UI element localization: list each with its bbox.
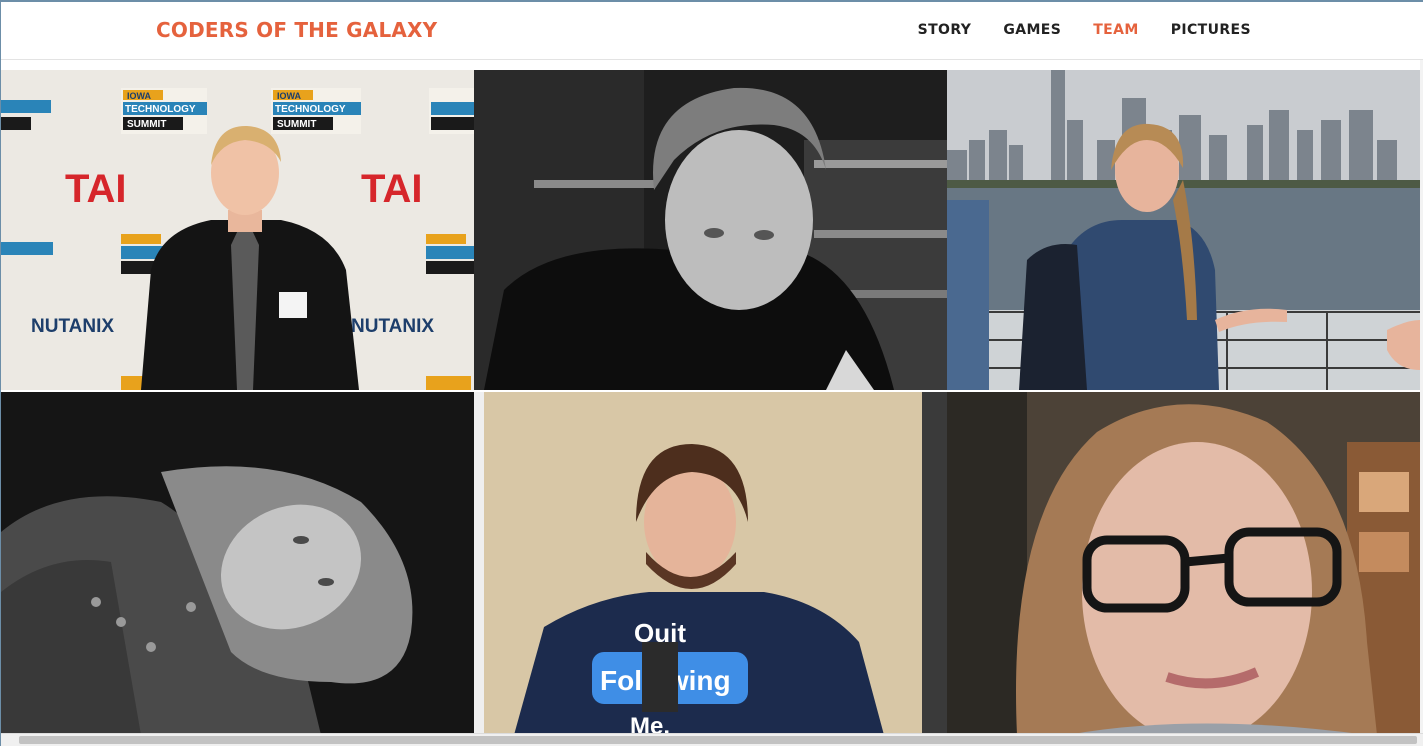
scrollbar-thumb[interactable] [19, 736, 1417, 744]
team-photo-3[interactable] [947, 70, 1420, 390]
nutanix-logo-right: NUTANIX [351, 316, 434, 337]
nav-games[interactable]: GAMES [1003, 22, 1061, 38]
tai-logo-right: TAI [361, 167, 422, 211]
backpack [1019, 244, 1087, 390]
team-photo-6-image [947, 392, 1420, 735]
summit-logo-right: IOWA TECHNOLOGY SUMMIT [271, 88, 361, 134]
team-photo-1-image: IOWA TECHNOLOGY SUMMIT IOWA TECHNOLOGY S… [1, 70, 474, 390]
nav-team[interactable]: TEAM [1093, 22, 1138, 38]
team-photo-6[interactable] [947, 392, 1420, 735]
svg-text:TECHNOLOGY: TECHNOLOGY [125, 104, 196, 115]
svg-text:SUMMIT: SUMMIT [277, 119, 316, 130]
summit-logo-left: IOWA TECHNOLOGY SUMMIT [121, 88, 207, 134]
browser-viewport: CODERS OF THE GALAXY STORY GAMES TEAM PI… [0, 0, 1423, 746]
team-photo-1[interactable]: IOWA TECHNOLOGY SUMMIT IOWA TECHNOLOGY S… [1, 70, 474, 390]
svg-text:TECHNOLOGY: TECHNOLOGY [275, 104, 346, 115]
svg-text:IOWA: IOWA [277, 91, 301, 101]
svg-text:IOWA: IOWA [127, 91, 151, 101]
nutanix-logo-left: NUTANIX [31, 316, 114, 337]
main-nav: STORY GAMES TEAM PICTURES [886, 22, 1251, 38]
svg-text:SUMMIT: SUMMIT [127, 119, 166, 130]
team-photo-2[interactable] [474, 70, 947, 390]
site-navbar: CODERS OF THE GALAXY STORY GAMES TEAM PI… [1, 2, 1423, 60]
team-photo-5[interactable]: Quit Following Me. [474, 392, 947, 735]
summit-logo-far-right [429, 88, 474, 134]
lanyard-badge [642, 642, 678, 712]
team-photo-5-image: Quit Following Me. [474, 392, 947, 735]
name-badge [279, 292, 307, 318]
nav-pictures[interactable]: PICTURES [1171, 22, 1251, 38]
site-brand-link[interactable]: CODERS OF THE GALAXY [156, 18, 437, 42]
team-photo-4-image [1, 392, 474, 735]
nav-story[interactable]: STORY [918, 22, 972, 38]
person-face [1082, 442, 1312, 735]
team-photo-grid: IOWA TECHNOLOGY SUMMIT IOWA TECHNOLOGY S… [1, 70, 1421, 735]
tai-logo-left: TAI [65, 167, 126, 211]
team-photo-4[interactable] [1, 392, 474, 735]
horizontal-scrollbar[interactable] [1, 733, 1423, 746]
team-photo-2-image [474, 70, 947, 390]
person-face [665, 130, 813, 310]
shirt-text-me: Me. [630, 713, 670, 735]
team-photo-3-image [947, 70, 1420, 390]
